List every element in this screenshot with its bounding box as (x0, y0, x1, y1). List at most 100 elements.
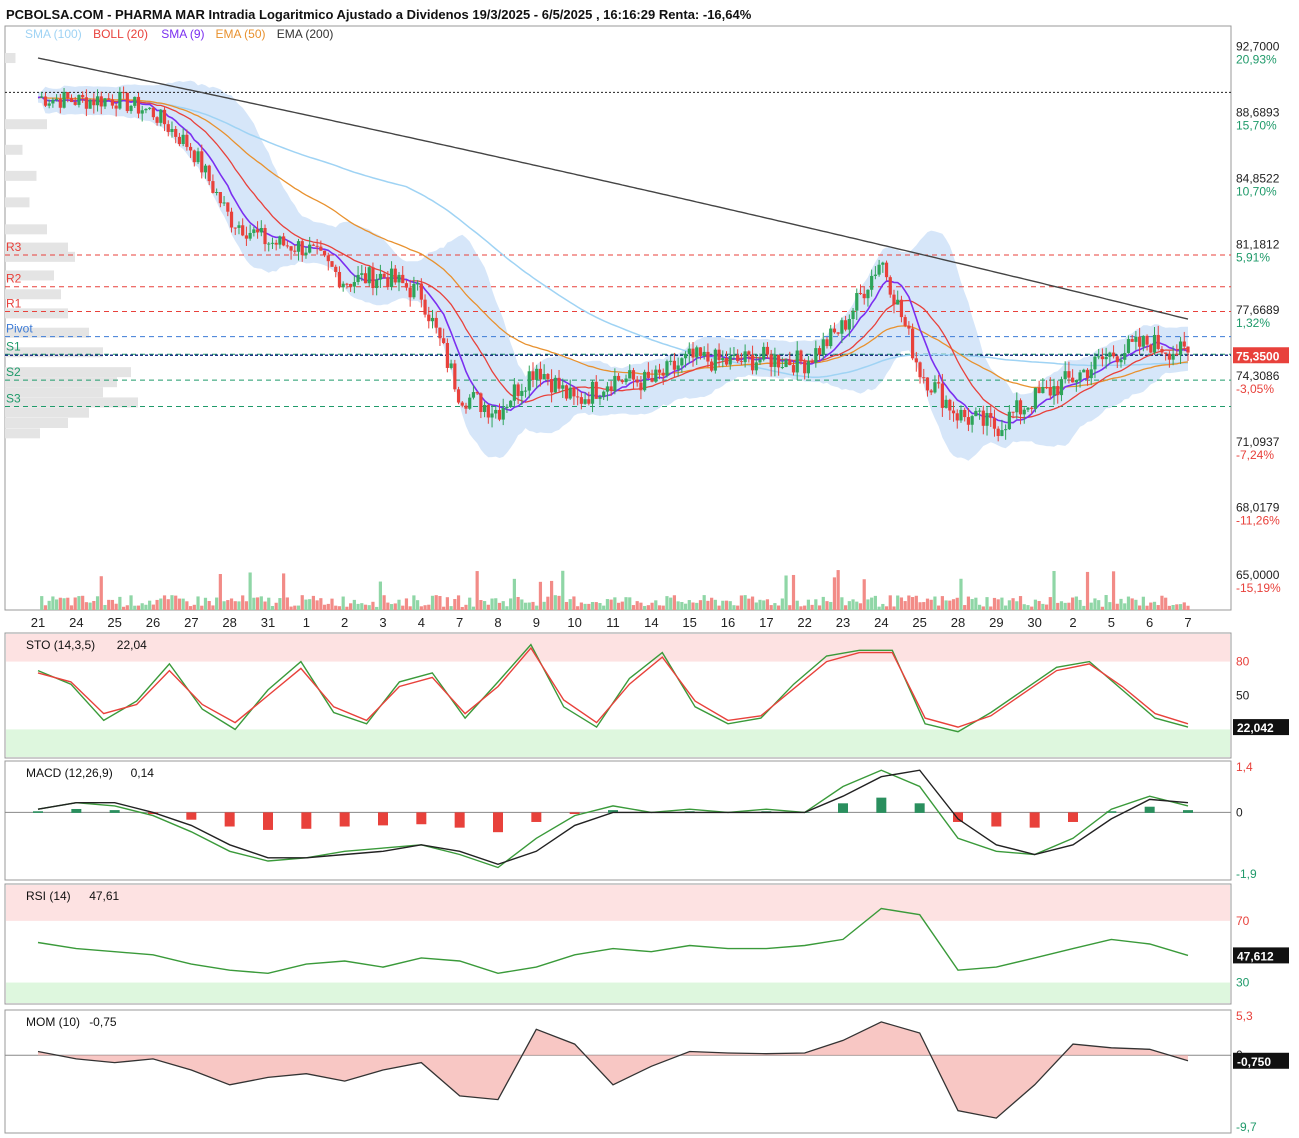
candle-body (389, 268, 394, 288)
volume-bar (92, 600, 96, 610)
y-tick-label: 84,8522 (1236, 171, 1280, 185)
candle-body (181, 134, 185, 145)
candle-body (136, 96, 141, 114)
candle-body (896, 299, 900, 305)
volume-bar (84, 602, 88, 610)
volume-bar (58, 597, 62, 610)
volume-bar (356, 603, 360, 610)
x-tick-label: 7 (456, 615, 463, 630)
candle-body (55, 98, 59, 100)
candle-body (1138, 336, 1142, 347)
volume-bar (1123, 603, 1127, 610)
candle-body (453, 363, 457, 390)
last-price-value: 75,3500 (1236, 349, 1280, 363)
volume-bar (289, 606, 293, 610)
candle-body (576, 396, 580, 398)
candle-body (855, 293, 859, 311)
candle-body (66, 92, 70, 99)
volume-bar (55, 599, 59, 610)
candle-body (475, 392, 479, 394)
candle-body (1015, 400, 1019, 413)
volume-bar (166, 599, 170, 610)
candle-body (248, 232, 252, 239)
candle-body (590, 381, 595, 404)
candle-body (58, 98, 62, 108)
volume-bar (683, 603, 688, 610)
volume-bar (389, 604, 394, 610)
volume-bar (669, 597, 673, 610)
candle-body (401, 274, 405, 284)
volume-bar (944, 600, 948, 610)
volume-bar (464, 604, 468, 610)
volume-bar (416, 600, 420, 610)
macd-histogram-bar (493, 812, 503, 833)
volume-bar (791, 574, 796, 610)
volume-bar (535, 605, 539, 610)
volume-bar (907, 595, 911, 610)
macd-histogram-bar (416, 812, 427, 825)
candle-body (884, 262, 889, 278)
volume-bar (546, 596, 550, 610)
volume-bar (337, 606, 342, 610)
volume-bar (278, 598, 282, 610)
volume-profile-bar (5, 397, 138, 408)
volume-bar (363, 604, 368, 610)
volume-bar (483, 601, 487, 610)
volume-bar (349, 603, 353, 610)
volume-bar (148, 600, 152, 610)
x-tick-label: 31 (261, 615, 275, 630)
momentum-area (38, 1021, 1188, 1119)
macd-histogram-bar (991, 812, 1002, 827)
volume-bar (445, 597, 449, 610)
volume-bar (602, 605, 606, 610)
candle-body (669, 360, 673, 362)
y-tick-label: 88,6893 (1236, 106, 1280, 120)
volume-bar (1041, 603, 1045, 610)
candle-body (382, 273, 386, 278)
volume-profile-bar (5, 144, 23, 155)
macd-histogram-bar (454, 812, 465, 828)
candle-body (88, 100, 92, 109)
volume-bar (460, 606, 464, 610)
volume-bar (140, 603, 144, 610)
volume-bar (95, 596, 100, 610)
volume-bar (1119, 598, 1123, 610)
volume-bar (538, 581, 543, 610)
candle-body (81, 94, 85, 98)
candle-body (1000, 430, 1004, 437)
candle-body (252, 229, 256, 233)
volume-bar (341, 596, 345, 610)
volume-bar (918, 602, 922, 610)
volume-bar (620, 601, 624, 610)
candle-body (244, 235, 249, 239)
indicator-title: RSI (14) (26, 889, 71, 903)
candle-body (1085, 369, 1090, 379)
candle-body (241, 225, 245, 236)
candle-body (144, 108, 148, 111)
candle-body (1052, 386, 1056, 396)
volume-bar (531, 601, 535, 610)
volume-bar (825, 601, 829, 610)
volume-bar (1022, 604, 1026, 610)
volume-bar (862, 579, 866, 610)
chart-stage: PCBOLSA.COM - PHARMA MAR Intradia Logari… (0, 0, 1299, 1138)
candle-body (125, 92, 129, 112)
volume-bar (1138, 605, 1142, 610)
volume-bar (1037, 601, 1041, 610)
x-tick-label: 2 (1069, 615, 1076, 630)
candle-body (1156, 334, 1160, 349)
volume-bar (215, 597, 219, 610)
candle-body (698, 347, 703, 357)
candle-body (434, 317, 438, 328)
volume-bar (598, 603, 602, 610)
candle-body (1011, 411, 1015, 413)
volume-bar (1178, 604, 1183, 610)
candle-body (73, 102, 77, 105)
volume-bar (263, 601, 267, 610)
candle-body (40, 96, 44, 98)
candle-body (233, 227, 237, 229)
volume-bar (1026, 605, 1030, 610)
candle-body (352, 282, 356, 287)
volume-bar (1089, 602, 1093, 610)
volume-bar (375, 606, 379, 610)
